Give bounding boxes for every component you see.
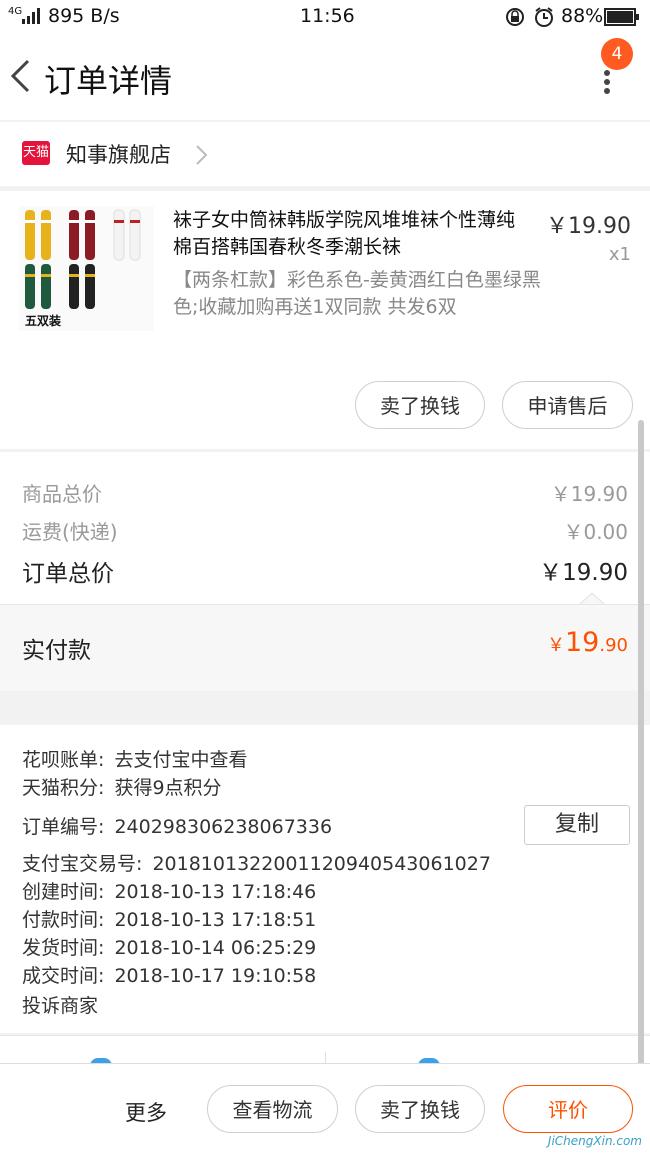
product-thumbnail[interactable]: 五双装: [19, 206, 154, 331]
more-vertical-icon[interactable]: [600, 70, 614, 94]
info-key: 支付宝交易号:: [22, 853, 143, 875]
info-key: 发货时间:: [22, 937, 105, 959]
info-key: 付款时间:: [22, 909, 105, 931]
info-key: 订单编号:: [22, 816, 105, 838]
alarm-icon: [535, 7, 553, 27]
info-row-huabei: 花呗账单: 去支付宝中查看: [22, 745, 247, 772]
info-key: 花呗账单:: [22, 749, 105, 771]
watermark: JiChengXin.com: [547, 1134, 642, 1148]
tmall-badge: 天猫: [22, 141, 50, 165]
subtotal-label: 商品总价: [22, 482, 102, 506]
shipping-value: ￥0.00: [563, 520, 628, 544]
paid-amount-row: 实付款 ￥19.90: [0, 604, 650, 691]
signal-icon: [22, 8, 40, 24]
info-row-points: 天猫积分: 获得9点积分: [22, 773, 222, 800]
info-row-order-number: 订单编号: 240298306238067336: [22, 812, 332, 839]
nav-header: 订单详情 4: [0, 34, 650, 120]
info-value: 240298306238067336: [114, 816, 333, 838]
notification-badge: 4: [601, 38, 633, 70]
info-row-created: 创建时间: 2018-10-13 17:18:46: [22, 877, 316, 904]
info-value: 2018-10-13 17:18:46: [114, 881, 317, 903]
price-summary: 商品总价 ￥19.90 运费(快递) ￥0.00 订单总价 ￥19.90: [0, 452, 650, 605]
apply-after-sales-button[interactable]: 申请售后: [502, 381, 633, 429]
review-button[interactable]: 评价: [503, 1085, 633, 1133]
shipping-label: 运费(快递): [22, 520, 118, 544]
info-value: 获得9点积分: [114, 777, 222, 799]
order-total-value: ￥19.90: [539, 560, 628, 586]
info-key: 创建时间:: [22, 881, 105, 903]
clock: 11:56: [300, 5, 355, 27]
lock-rotation-icon: [506, 8, 524, 26]
more-button[interactable]: 更多: [125, 1097, 167, 1127]
copy-button[interactable]: 复制: [524, 805, 630, 845]
info-key: 天猫积分:: [22, 777, 105, 799]
product-price: ￥19.90: [546, 214, 631, 239]
page-title: 订单详情: [44, 62, 173, 100]
complain-link[interactable]: 投诉商家: [22, 991, 98, 1018]
view-logistics-button[interactable]: 查看物流: [207, 1085, 338, 1133]
status-bar: 4G 895 B/s 11:56 88%: [0, 0, 650, 34]
paid-value: ￥19.90: [547, 627, 628, 658]
network-type: 4G: [8, 6, 23, 17]
contact-row: [0, 1035, 650, 1066]
chevron-right-icon: [196, 145, 208, 165]
order-info: 花呗账单: 去支付宝中查看 天猫积分: 获得9点积分 订单编号: 2402983…: [0, 725, 650, 1033]
order-total-label: 订单总价: [22, 561, 114, 587]
battery-percent: 88%: [561, 5, 604, 27]
info-value: 2018-10-13 17:18:51: [114, 909, 317, 931]
info-value: 2018-10-17 19:10:58: [114, 965, 317, 987]
bottom-action-bar: 更多 查看物流 卖了换钱 评价 JiChengXin.com: [0, 1063, 650, 1156]
info-value: 2018-10-14 06:25:29: [114, 937, 317, 959]
battery-icon: [604, 8, 639, 26]
sell-for-cash-button-bottom[interactable]: 卖了换钱: [355, 1085, 485, 1133]
paid-integer: 19: [565, 627, 600, 658]
info-row-alipay-number: 支付宝交易号: 2018101322001120940543061027: [22, 849, 491, 876]
back-arrow-icon[interactable]: [8, 58, 32, 94]
info-key: 成交时间:: [22, 965, 105, 987]
thumb-caption: 五双装: [25, 314, 62, 328]
info-value: 2018101322001120940543061027: [152, 853, 491, 875]
scrollbar[interactable]: [638, 420, 644, 1065]
paid-currency: ￥: [547, 635, 565, 656]
product-title[interactable]: 袜子女中筒袜韩版学院风堆堆袜个性薄纯棉百搭韩国春秋冬季潮长袜: [173, 207, 533, 261]
info-row-completed: 成交时间: 2018-10-17 19:10:58: [22, 961, 316, 988]
sell-for-cash-button[interactable]: 卖了换钱: [355, 381, 485, 429]
product-quantity: x1: [608, 244, 631, 265]
info-value[interactable]: 去支付宝中查看: [114, 749, 247, 771]
paid-label: 实付款: [22, 638, 91, 664]
paid-decimal: .90: [599, 635, 628, 656]
product-variant: 【两条杠款】彩色系色-姜黄酒红白色墨绿黑色;收藏加购再送1双同款 共发6双: [173, 269, 541, 318]
shop-row[interactable]: 天猫 知事旗舰店: [0, 122, 650, 186]
network-speed: 895 B/s: [48, 5, 120, 27]
subtotal-value: ￥19.90: [550, 482, 628, 506]
product-card: 五双装 袜子女中筒袜韩版学院风堆堆袜个性薄纯棉百搭韩国春秋冬季潮长袜 【两条杠款…: [0, 191, 650, 449]
info-row-paid: 付款时间: 2018-10-13 17:18:51: [22, 905, 316, 932]
info-row-shipped: 发货时间: 2018-10-14 06:25:29: [22, 933, 316, 960]
shop-name[interactable]: 知事旗舰店: [66, 139, 171, 169]
